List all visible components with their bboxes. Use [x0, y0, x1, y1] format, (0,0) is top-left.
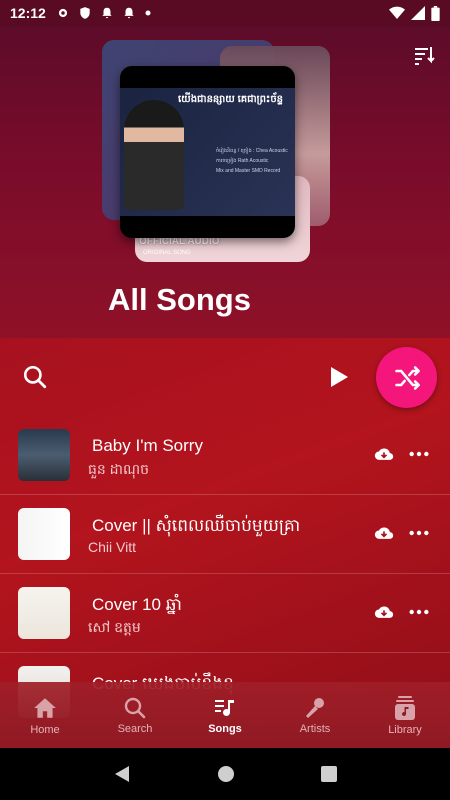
status-system: [389, 5, 440, 21]
dot-icon: [145, 10, 151, 16]
signal-icon: [411, 6, 425, 20]
microphone-icon: [306, 697, 324, 718]
nav-label: Library: [388, 723, 422, 736]
home-circle-icon[interactable]: [217, 765, 235, 783]
shuffle-icon: [394, 365, 420, 390]
song-title: Cover 10 ឆ្នាំ: [92, 595, 182, 614]
shuffle-button[interactable]: [376, 347, 437, 408]
bell-icon: [102, 7, 112, 19]
cover-credit-line: Mix and Master SMD Record: [216, 168, 281, 174]
nav-label: Search: [117, 722, 153, 735]
song-row[interactable]: Cover || សុំពេលឈឺចាប់មួយគ្រា Chii Vitt: [0, 495, 450, 574]
recents-icon[interactable]: [321, 766, 337, 782]
play-icon[interactable]: [326, 365, 350, 389]
song-artist: សៅ ឧត្តម: [88, 619, 141, 635]
page-title: All Songs: [108, 282, 251, 317]
song-row[interactable]: Baby I'm Sorry ធួន ដាណុច: [0, 416, 450, 495]
status-bar: 12:12: [0, 0, 450, 26]
status-time: 12:12: [10, 5, 46, 21]
more-options-icon[interactable]: [408, 444, 430, 464]
home-icon: [34, 697, 56, 718]
song-title: Baby I'm Sorry: [92, 436, 203, 455]
nav-label: Artists: [299, 722, 331, 735]
shield-icon: [80, 7, 90, 19]
bottom-navigation: Home Search Songs Artists Library: [0, 682, 450, 748]
sort-icon[interactable]: [412, 44, 436, 68]
nav-search[interactable]: Search: [90, 682, 180, 748]
download-icon[interactable]: [374, 523, 394, 543]
song-artist: ធួន ដាណុច: [88, 461, 149, 477]
cover-credit-line: ចំរៀងនិពន្ធ / ច្រៀង : Chea Acoustic: [216, 148, 288, 154]
download-icon[interactable]: [374, 444, 394, 464]
hero-header: OFFICIAL AUDIO ORIGINAL SONG យើងជានន្សាយ…: [0, 26, 450, 338]
nav-label: Home: [30, 723, 60, 736]
song-artist: Chii Vitt: [88, 539, 136, 555]
download-icon[interactable]: [374, 602, 394, 622]
cover-sublabel: ORIGINAL SONG: [143, 250, 191, 256]
song-title: Cover || សុំពេលឈឺចាប់មួយគ្រា: [92, 516, 301, 535]
nav-artists[interactable]: Artists: [270, 682, 360, 748]
more-options-icon[interactable]: [408, 523, 430, 543]
cover-artwork: យើងជានន្សាយ គេជាព្រះច័ន្ទ ចំរៀងនិពន្ធ / …: [120, 88, 295, 216]
status-notifications: [56, 6, 152, 20]
music-note-icon: [215, 697, 234, 716]
back-icon[interactable]: [113, 765, 131, 783]
more-options-icon[interactable]: [408, 602, 430, 622]
song-thumbnail: [18, 429, 70, 481]
cover-title: យើងជានន្សាយ គេជាព្រះច័ន្ទ: [178, 94, 284, 105]
wifi-icon: [389, 6, 405, 20]
cover-credit-line: ការចម្រៀង Rath Acoustic: [216, 158, 269, 164]
library-icon: [395, 695, 415, 720]
album-cover[interactable]: យើងជានន្សាយ គេជាព្រះច័ន្ទ ចំរៀងនិពន្ធ / …: [120, 66, 295, 238]
nav-home[interactable]: Home: [0, 682, 90, 748]
nav-label: Songs: [208, 722, 242, 735]
battery-icon: [431, 5, 440, 21]
settings-icon: [58, 8, 67, 18]
nav-library[interactable]: Library: [360, 682, 450, 748]
song-row[interactable]: Cover 10 ឆ្នាំ សៅ ឧត្តម: [0, 574, 450, 653]
bell-icon: [124, 7, 134, 19]
system-navigation: [0, 748, 450, 800]
song-thumbnail: [18, 508, 70, 560]
song-thumbnail: [18, 587, 70, 639]
cover-credits: ចំរៀងនិពន្ធ / ច្រៀង : Chea Acoustic ការច…: [216, 146, 288, 176]
search-icon[interactable]: [22, 364, 48, 390]
controls-bar: [0, 338, 450, 416]
nav-songs[interactable]: Songs: [180, 682, 270, 748]
artist-photo: [124, 100, 184, 210]
search-icon: [124, 697, 146, 718]
